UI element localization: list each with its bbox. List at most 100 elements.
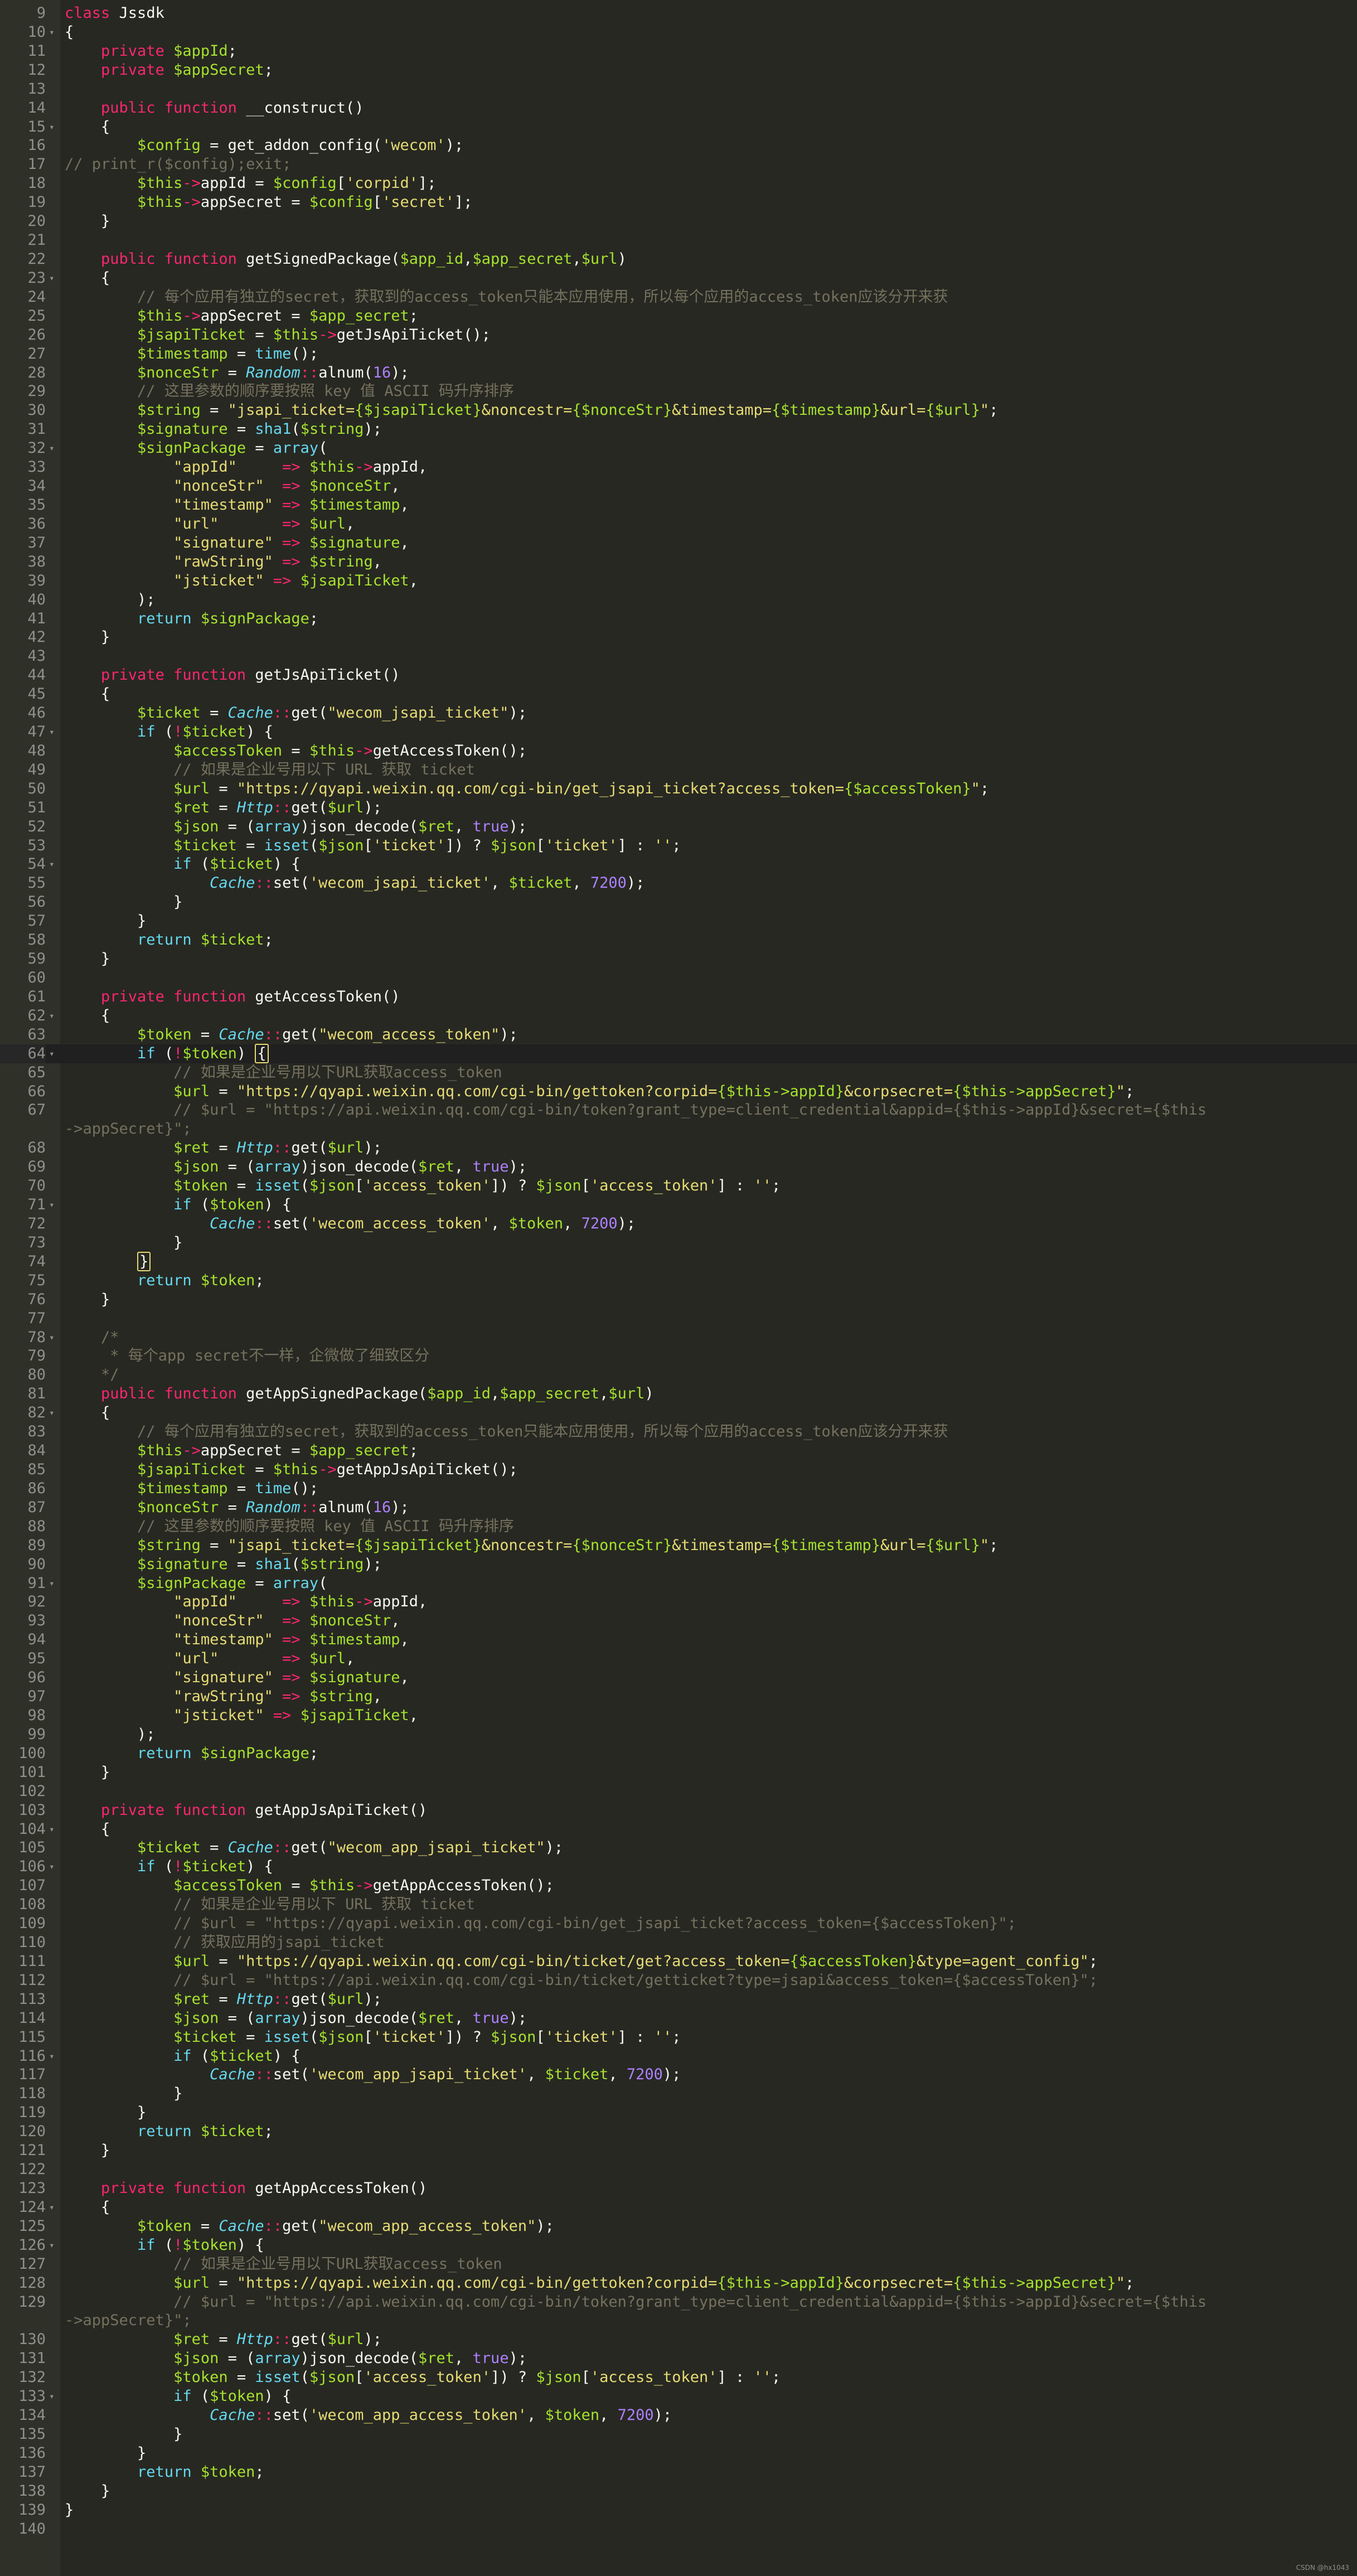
fold-arrow-icon[interactable]: ▾	[49, 855, 55, 874]
code-line[interactable]: 16 $config = get_addon_config('wecom');	[0, 136, 1357, 155]
code-line[interactable]: 107 $accessToken = $this->getAppAccessTo…	[0, 1876, 1357, 1895]
code-line[interactable]: 43	[0, 647, 1357, 666]
code-line[interactable]: 61 private function getAccessToken()	[0, 987, 1357, 1006]
code-editor[interactable]: 9 class Jssdk 10 ▾{11 private $appId; 12 pri…	[0, 0, 1357, 2576]
code-line[interactable]: 80 */	[0, 1366, 1357, 1384]
code-line[interactable]: ->appSecret}";	[0, 1120, 1357, 1139]
fold-arrow-icon[interactable]: ▾	[49, 269, 55, 288]
code-line[interactable]: 52 $json = (array)json_decode($ret, true…	[0, 817, 1357, 836]
fold-arrow-icon[interactable]: ▾	[49, 2387, 55, 2406]
code-line[interactable]: 122	[0, 2160, 1357, 2179]
code-line[interactable]: 136 }	[0, 2444, 1357, 2463]
code-line[interactable]: 63 $token = Cache::get("wecom_access_tok…	[0, 1025, 1357, 1044]
code-line[interactable]: 84 $this->appSecret = $app_secret;	[0, 1441, 1357, 1460]
code-line[interactable]: 119 }	[0, 2103, 1357, 2122]
code-line[interactable]: 29 // 这里参数的顺序要按照 key 值 ASCII 码升序排序	[0, 382, 1357, 401]
code-line[interactable]: 51 $ret = Http::get($url);	[0, 798, 1357, 817]
code-line[interactable]: 10 ▾ {	[0, 23, 1357, 42]
code-line[interactable]: ->appSecret}";	[0, 2311, 1357, 2330]
code-line[interactable]: 100 return $signPackage;	[0, 1744, 1357, 1763]
fold-arrow-icon[interactable]: ▾	[49, 1044, 55, 1063]
code-line[interactable]: 35 "timestamp" => $timestamp,	[0, 496, 1357, 515]
code-line[interactable]: 70 $token = isset($json['access_token'])…	[0, 1176, 1357, 1195]
code-line[interactable]: 74 }	[0, 1251, 1357, 1271]
code-line[interactable]: 95 "url" => $url,	[0, 1649, 1357, 1668]
code-line[interactable]: 60	[0, 969, 1357, 987]
code-line[interactable]: 25 $this->appSecret = $app_secret;	[0, 307, 1357, 326]
code-line[interactable]: 46 $ticket = Cache::get("wecom_jsapi_tic…	[0, 704, 1357, 723]
code-line[interactable]: 98 "jsticket" => $jsapiTicket,	[0, 1706, 1357, 1725]
code-line[interactable]: 112 // $url = "https://api.weixin.qq.com…	[0, 1971, 1357, 1990]
code-line[interactable]: 72 Cache::set('wecom_access_token', $tok…	[0, 1214, 1357, 1233]
code-line[interactable]: 138 }	[0, 2482, 1357, 2501]
code-line[interactable]: 50 $url = "https://qyapi.weixin.qq.com/c…	[0, 779, 1357, 798]
code-line[interactable]: 53 $ticket = isset($json['ticket']) ? $j…	[0, 836, 1357, 855]
code-line[interactable]: 106 ▾ if (!$ticket) {	[0, 1857, 1357, 1876]
code-line[interactable]: 135 }	[0, 2425, 1357, 2444]
code-line[interactable]: 17 // print_r($config);exit;	[0, 155, 1357, 174]
code-line[interactable]: 22 public function getSignedPackage($app…	[0, 250, 1357, 269]
code-line[interactable]: 75 return $token;	[0, 1271, 1357, 1290]
code-line[interactable]: 69 $json = (array)json_decode($ret, true…	[0, 1158, 1357, 1176]
code-line[interactable]: 104 ▾ {	[0, 1820, 1357, 1839]
fold-arrow-icon[interactable]: ▾	[49, 1574, 55, 1593]
code-line[interactable]: 128 $url = "https://qyapi.weixin.qq.com/…	[0, 2274, 1357, 2293]
code-line[interactable]: 109 // $url = "https://qyapi.weixin.qq.c…	[0, 1914, 1357, 1933]
code-line[interactable]: 105 $ticket = Cache::get("wecom_app_jsap…	[0, 1838, 1357, 1857]
code-line[interactable]: 103 private function getAppJsApiTicket()	[0, 1801, 1357, 1820]
code-line[interactable]: 132 $token = isset($json['access_token']…	[0, 2368, 1357, 2387]
code-line[interactable]: 134 Cache::set('wecom_app_access_token',…	[0, 2406, 1357, 2425]
code-line[interactable]: 87 $nonceStr = Random::alnum(16);	[0, 1498, 1357, 1517]
code-line[interactable]: 15 ▾ {	[0, 118, 1357, 137]
fold-arrow-icon[interactable]: ▾	[49, 23, 55, 42]
code-line[interactable]: 96 "signature" => $signature,	[0, 1668, 1357, 1687]
code-line[interactable]: 81 public function getAppSignedPackage($…	[0, 1384, 1357, 1403]
code-line[interactable]: 20 }	[0, 212, 1357, 231]
code-line[interactable]: 115 $ticket = isset($json['ticket']) ? $…	[0, 2028, 1357, 2047]
code-line[interactable]: 57 }	[0, 912, 1357, 931]
code-lines[interactable]: 9 class Jssdk 10 ▾{11 private $appId; 12 pri…	[0, 4, 1357, 2539]
code-line[interactable]: 102	[0, 1782, 1357, 1801]
code-line[interactable]: 68 $ret = Http::get($url);	[0, 1139, 1357, 1158]
code-line[interactable]: 117 Cache::set('wecom_app_jsapi_ticket',…	[0, 2065, 1357, 2084]
code-line[interactable]: 40 );	[0, 590, 1357, 609]
code-line[interactable]: 85 $jsapiTicket = $this->getAppJsApiTick…	[0, 1460, 1357, 1479]
code-line[interactable]: 89 $string = "jsapi_ticket={$jsapiTicket…	[0, 1536, 1357, 1555]
code-line[interactable]: 79 * 每个app secret不一样，企微做了细致区分	[0, 1347, 1357, 1366]
fold-arrow-icon[interactable]: ▾	[49, 118, 55, 137]
code-line[interactable]: 76 }	[0, 1290, 1357, 1309]
code-line[interactable]: 33 "appId" => $this->appId,	[0, 458, 1357, 477]
code-line[interactable]: 54 ▾ if ($ticket) {	[0, 855, 1357, 874]
code-line[interactable]: 92 "appId" => $this->appId,	[0, 1592, 1357, 1611]
code-line[interactable]: 130 $ret = Http::get($url);	[0, 2330, 1357, 2349]
code-line[interactable]: 32 ▾ $signPackage = array(	[0, 439, 1357, 458]
fold-arrow-icon[interactable]: ▾	[49, 2198, 55, 2217]
code-line[interactable]: 23 ▾ {	[0, 269, 1357, 288]
code-line[interactable]: 99 );	[0, 1725, 1357, 1744]
code-line[interactable]: 114 $json = (array)json_decode($ret, tru…	[0, 2009, 1357, 2028]
code-line[interactable]: 28 $nonceStr = Random::alnum(16);	[0, 364, 1357, 382]
code-line[interactable]: 39 "jsticket" => $jsapiTicket,	[0, 572, 1357, 590]
code-line[interactable]: 9 class Jssdk	[0, 4, 1357, 23]
code-line[interactable]: 65 // 如果是企业号用以下URL获取access_token	[0, 1063, 1357, 1082]
code-line[interactable]: 49 // 如果是企业号用以下 URL 获取 ticket	[0, 761, 1357, 779]
code-line[interactable]: 37 "signature" => $signature,	[0, 534, 1357, 553]
code-line[interactable]: 48 $accessToken = $this->getAccessToken(…	[0, 742, 1357, 761]
code-line[interactable]: 58 return $ticket;	[0, 931, 1357, 950]
code-line[interactable]: 14 public function __construct()	[0, 99, 1357, 118]
code-line[interactable]: 137 return $token;	[0, 2463, 1357, 2482]
code-line[interactable]: 139}	[0, 2501, 1357, 2520]
code-line[interactable]: 67 // $url = "https://api.weixin.qq.com/…	[0, 1101, 1357, 1120]
code-line[interactable]: 97 "rawString" => $string,	[0, 1687, 1357, 1706]
code-line[interactable]: 30 $string = "jsapi_ticket={$jsapiTicket…	[0, 401, 1357, 420]
code-line[interactable]: 127 // 如果是企业号用以下URL获取access_token	[0, 2255, 1357, 2274]
code-line[interactable]: 88 // 这里参数的顺序要按照 key 值 ASCII 码升序排序	[0, 1517, 1357, 1536]
code-line[interactable]: 121 }	[0, 2141, 1357, 2160]
code-line[interactable]: 11 private $appId;	[0, 42, 1357, 61]
code-line[interactable]: 140	[0, 2520, 1357, 2539]
fold-arrow-icon[interactable]: ▾	[49, 1820, 55, 1839]
code-line[interactable]: 93 "nonceStr" => $nonceStr,	[0, 1611, 1357, 1630]
code-line[interactable]: 42 }	[0, 628, 1357, 647]
code-line[interactable]: 21	[0, 231, 1357, 250]
code-line[interactable]: 34 "nonceStr" => $nonceStr,	[0, 477, 1357, 496]
